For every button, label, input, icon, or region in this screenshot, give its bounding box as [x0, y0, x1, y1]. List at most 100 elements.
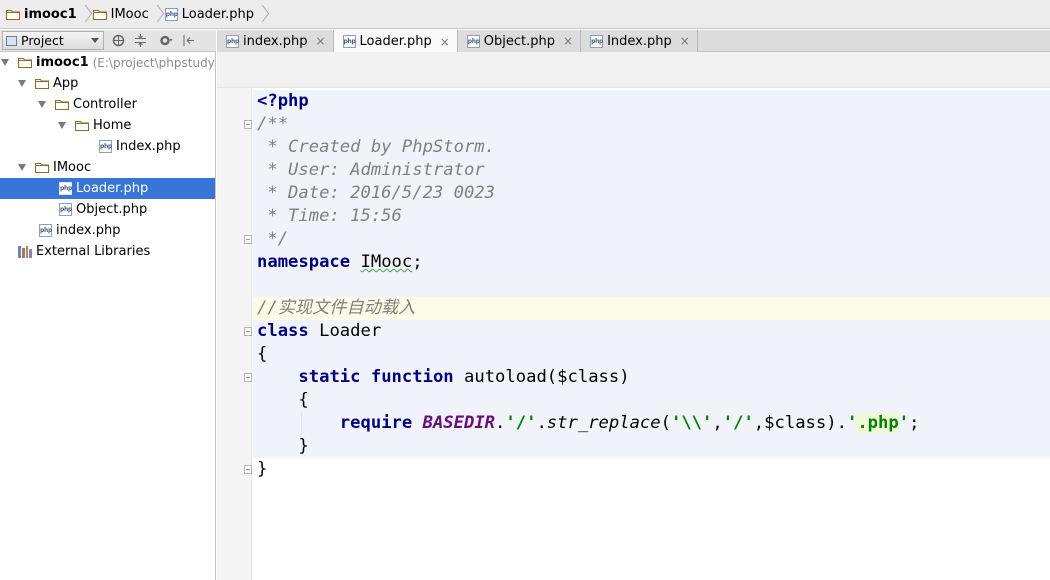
- code-line: static function autoload($class): [244, 366, 1050, 389]
- code-line: {: [253, 343, 1050, 366]
- breadcrumb-separator: [81, 0, 91, 29]
- fold-icon[interactable]: [244, 327, 252, 336]
- hide-icon[interactable]: [180, 33, 196, 49]
- project-view-select[interactable]: Project: [2, 31, 104, 50]
- brace-open: {: [298, 390, 309, 410]
- breadcrumb-item-imooc[interactable]: IMooc: [91, 0, 153, 29]
- tab-loader-php[interactable]: php Loader.php ×: [333, 30, 458, 53]
- string-literal: '/': [722, 413, 754, 433]
- tree-item-home-index[interactable]: php Index.php: [0, 136, 215, 157]
- code-content[interactable]: <?php /** * Created by PhpStorm. * User:…: [244, 90, 1050, 481]
- paren-close: ): [826, 413, 837, 433]
- code-line: */: [244, 228, 1050, 251]
- collapse-icon[interactable]: [132, 33, 148, 49]
- folder-icon: [18, 57, 32, 68]
- function-keyword: function: [370, 367, 454, 387]
- fold-icon[interactable]: [244, 235, 252, 244]
- string-literal-highlighted: .php: [857, 413, 899, 433]
- close-icon[interactable]: ×: [440, 35, 450, 49]
- string-quote: ': [898, 413, 910, 433]
- library-icon: [18, 245, 32, 258]
- tree-item-imooc[interactable]: IMooc: [0, 157, 215, 178]
- settings-icon[interactable]: [158, 33, 174, 49]
- chevron-down-icon[interactable]: [1, 59, 9, 66]
- string-literal: '/': [505, 413, 537, 433]
- tree-item-home[interactable]: Home: [0, 115, 215, 136]
- folder-icon: [75, 120, 89, 131]
- code-line: require BASEDIR.'/'.str_replace('\\','/'…: [253, 412, 1050, 435]
- tree-item-controller[interactable]: Controller: [0, 94, 215, 115]
- code-line: {: [253, 389, 1050, 412]
- code-editor[interactable]: <?php /** * Created by PhpStorm. * User:…: [217, 52, 1050, 580]
- static-keyword: static: [298, 367, 361, 387]
- tab-index-php-home[interactable]: php Index.php ×: [581, 30, 698, 52]
- indent-guide: [301, 412, 302, 435]
- doc-comment: * Created by PhpStorm.: [257, 137, 495, 157]
- tree-item-label: index.php: [56, 223, 121, 238]
- chevron-down-icon[interactable]: [18, 80, 26, 87]
- php-file-icon: php: [164, 7, 178, 21]
- close-icon[interactable]: ×: [315, 34, 325, 48]
- code-line: class Loader: [244, 320, 1050, 343]
- php-file-icon: php: [590, 34, 603, 48]
- project-tree: imooc1 (E:\project\phpstudy\W App Contro…: [0, 52, 216, 580]
- class-name: Loader: [319, 321, 382, 341]
- tree-item-app[interactable]: App: [0, 73, 215, 94]
- code-line: * Date: 2016/5/23 0023: [253, 182, 1050, 205]
- tab-object-php[interactable]: php Object.php ×: [457, 30, 582, 52]
- sync-icon[interactable]: [110, 33, 126, 49]
- breadcrumb-item-root[interactable]: imooc1: [4, 0, 81, 29]
- brace-open: {: [257, 344, 268, 364]
- line-comment: //实现文件自动载入: [257, 298, 416, 318]
- editor-tabs: php index.php × php Loader.php × php Obj…: [217, 30, 1050, 53]
- php-file-icon: php: [59, 182, 72, 195]
- function-name: str_replace: [546, 413, 661, 433]
- string-quote: ': [846, 413, 858, 433]
- chevron-down-icon[interactable]: [58, 122, 66, 129]
- dot-operator: .: [495, 413, 506, 433]
- paren-open: (: [660, 413, 671, 433]
- project-view-label: Project: [21, 33, 64, 48]
- dot-operator: .: [836, 413, 847, 433]
- tab-label: index.php: [243, 33, 308, 49]
- close-icon[interactable]: ×: [680, 34, 690, 48]
- fold-icon[interactable]: [244, 373, 252, 382]
- tree-item-label: Object.php: [76, 202, 148, 217]
- code-line: }: [244, 458, 1050, 481]
- class-keyword: class: [257, 321, 309, 341]
- tree-item-root-index[interactable]: php index.php: [0, 220, 215, 241]
- doc-comment: * Time: 15:56: [257, 206, 402, 226]
- tree-item-label: Loader.php: [76, 181, 149, 196]
- folder-icon: [35, 162, 49, 173]
- doc-comment: */: [257, 229, 289, 249]
- php-file-icon: php: [342, 35, 356, 48]
- php-file-icon: php: [59, 203, 72, 216]
- tree-item-label: External Libraries: [36, 244, 151, 259]
- code-line: [253, 274, 1050, 297]
- tree-item-external-libraries[interactable]: External Libraries: [0, 241, 215, 262]
- comma: ,: [753, 413, 765, 433]
- tab-index-php[interactable]: php index.php ×: [217, 30, 334, 52]
- code-line-current: //实现文件自动载入: [253, 297, 1050, 320]
- breadcrumb-separator: [153, 0, 163, 29]
- semicolon: ;: [412, 252, 423, 272]
- tree-item-loader[interactable]: php Loader.php: [0, 178, 215, 199]
- breadcrumb-item-loader[interactable]: php Loader.php: [163, 0, 258, 29]
- chevron-down-icon[interactable]: [18, 164, 26, 171]
- fold-icon[interactable]: [244, 120, 252, 129]
- php-file-icon: php: [466, 34, 480, 48]
- fold-icon[interactable]: [244, 465, 252, 474]
- folder-icon: [92, 9, 107, 20]
- doc-comment: * User: Administrator: [257, 160, 485, 180]
- breadcrumb-separator: [258, 0, 268, 29]
- chevron-down-icon[interactable]: [38, 101, 46, 108]
- tree-item-root[interactable]: imooc1 (E:\project\phpstudy\W: [0, 52, 215, 73]
- chevron-down-icon: [91, 38, 99, 43]
- namespace-name: IMooc: [360, 252, 413, 272]
- require-keyword: require: [339, 413, 413, 433]
- php-file-icon: php: [99, 140, 112, 153]
- tab-label: Index.php: [607, 33, 672, 49]
- tree-item-object[interactable]: php Object.php: [0, 199, 215, 220]
- close-icon[interactable]: ×: [563, 34, 573, 48]
- editor-breadcrumb-band: [217, 52, 1050, 88]
